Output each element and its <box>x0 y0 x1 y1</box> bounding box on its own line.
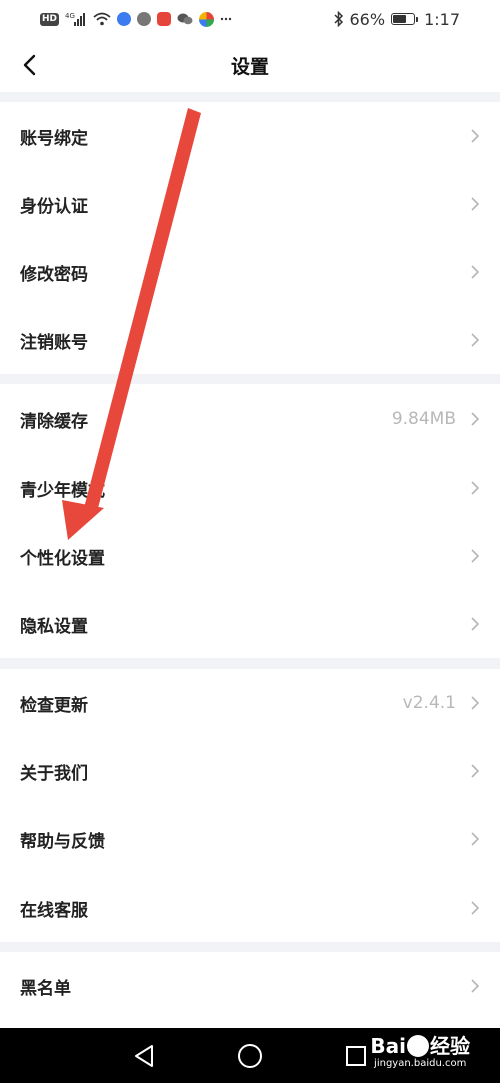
row-label: 身份认证 <box>20 196 88 217</box>
chevron-right-icon <box>470 763 480 779</box>
row-label: 个性化设置 <box>20 548 105 569</box>
app-icon-red <box>157 12 172 26</box>
chevron-right-icon <box>470 128 480 144</box>
settings-row-privacy[interactable]: 隐私设置 <box>0 590 500 658</box>
status-bar: HD 4G 66% 1:17 <box>0 0 500 38</box>
battery-icon <box>391 13 419 25</box>
baidu-jingyan-watermark: Bai 经验 jingyan.baidu.com <box>370 1034 470 1070</box>
row-label: 注销账号 <box>20 332 88 353</box>
baidu-paw-icon <box>407 1035 429 1057</box>
row-label: 在线客服 <box>20 900 88 921</box>
battery-percent: 66% <box>349 9 386 29</box>
bluetooth-icon <box>333 11 344 27</box>
recents-square-icon <box>346 1046 366 1066</box>
watermark-brand-right: 经验 <box>430 1034 470 1058</box>
nav-back-button[interactable] <box>130 1042 158 1070</box>
nav-home-button[interactable] <box>236 1042 264 1070</box>
battery-fill <box>393 15 407 23</box>
status-left-icons: HD 4G <box>40 11 232 27</box>
settings-row-account-binding[interactable]: 账号绑定 <box>0 102 500 170</box>
row-label: 青少年模式 <box>20 480 105 501</box>
settings-row-about-us[interactable]: 关于我们 <box>0 737 500 805</box>
row-label: 检查更新 <box>20 695 88 716</box>
back-button[interactable] <box>8 44 50 86</box>
row-label: 账号绑定 <box>20 128 88 149</box>
settings-row-blacklist[interactable]: 黑名单 <box>0 952 500 1020</box>
chevron-right-icon <box>470 978 480 994</box>
status-right-icons: 66% 1:17 <box>333 9 460 29</box>
more-dots-icon <box>220 11 232 27</box>
app-icon-shield <box>137 12 152 26</box>
hd-icon: HD <box>40 12 60 26</box>
settings-row-identity-verification[interactable]: 身份认证 <box>0 170 500 238</box>
version-value: v2.4.1 <box>402 693 456 713</box>
settings-row-personalization[interactable]: 个性化设置 <box>0 522 500 590</box>
chevron-right-icon <box>470 900 480 916</box>
group-separator <box>0 942 500 952</box>
signal-icon: 4G <box>65 11 87 27</box>
settings-row-online-service[interactable]: 在线客服 <box>0 874 500 942</box>
settings-screen: HD 4G 66% 1:17 设置 账号绑定 身份认证 修改密码 注销账号 清除… <box>0 0 500 1083</box>
back-chevron-icon <box>23 54 36 76</box>
chevron-right-icon <box>470 695 480 711</box>
chevron-right-icon <box>470 264 480 280</box>
app-header: 设置 <box>0 38 500 92</box>
app-icon-blue <box>117 12 132 26</box>
watermark-url: jingyan.baidu.com <box>374 1058 467 1069</box>
row-label: 清除缓存 <box>20 411 88 432</box>
settings-row-help-feedback[interactable]: 帮助与反馈 <box>0 805 500 873</box>
settings-row-delete-account[interactable]: 注销账号 <box>0 306 500 374</box>
settings-row-clear-cache[interactable]: 清除缓存 9.84MB <box>0 385 500 453</box>
settings-row-change-password[interactable]: 修改密码 <box>0 238 500 306</box>
group-separator <box>0 374 500 384</box>
row-label: 隐私设置 <box>20 616 88 637</box>
row-label: 帮助与反馈 <box>20 831 105 852</box>
chevron-right-icon <box>470 616 480 632</box>
settings-row-teen-mode[interactable]: 青少年模式 <box>0 454 500 522</box>
page-title: 设置 <box>230 55 269 78</box>
chevron-right-icon <box>470 332 480 348</box>
wifi-icon <box>93 11 111 27</box>
settings-row-check-update[interactable]: 检查更新 v2.4.1 <box>0 669 500 737</box>
chevron-right-icon <box>470 196 480 212</box>
group-separator <box>0 658 500 669</box>
nav-recents-button[interactable] <box>342 1042 370 1070</box>
cache-size-value: 9.84MB <box>391 409 456 429</box>
status-time: 1:17 <box>424 9 460 29</box>
group-separator <box>0 92 500 102</box>
app-icon-colorful <box>199 11 215 27</box>
system-nav-bar: Bai 经验 jingyan.baidu.com <box>0 1028 500 1083</box>
svg-text:4G: 4G <box>65 12 75 20</box>
chevron-right-icon <box>470 831 480 847</box>
row-label: 黑名单 <box>20 978 71 999</box>
home-circle-icon <box>238 1044 262 1068</box>
back-triangle-icon <box>135 1045 153 1067</box>
row-label: 关于我们 <box>20 763 88 784</box>
watermark-brand-left: Bai <box>370 1034 406 1058</box>
wechat-icon <box>177 11 193 27</box>
chevron-right-icon <box>470 480 480 496</box>
chevron-right-icon <box>470 548 480 564</box>
chevron-right-icon <box>470 411 480 427</box>
row-label: 修改密码 <box>20 264 88 285</box>
